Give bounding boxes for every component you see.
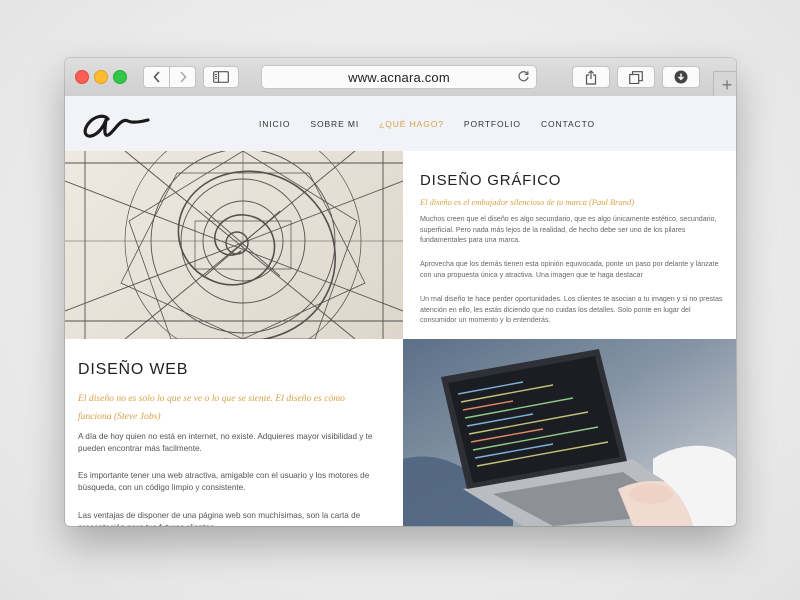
reload-icon[interactable] [517,70,530,83]
back-button[interactable] [144,67,169,87]
downloads-button[interactable] [662,66,700,88]
plus-icon: + [721,74,733,95]
nav-inicio[interactable]: INICIO [259,119,290,129]
tabs-icon [629,70,643,84]
diseno-web-quote: El diseño no es solo lo que se ve o lo q… [78,393,345,422]
diseno-web-paragraph: A día de hoy quien no está en internet, … [78,432,373,453]
close-window-button[interactable] [75,70,89,84]
sidebar-icon [213,71,229,83]
browser-toolbar: www.acnara.com + [65,58,736,98]
share-button[interactable] [572,66,610,88]
share-icon [585,69,597,85]
new-tab-button[interactable]: + [713,71,736,98]
laptop-coding-illustration [403,339,736,526]
golden-ratio-sketch-image [65,151,403,339]
address-url[interactable]: www.acnara.com [262,70,536,85]
address-bar[interactable]: www.acnara.com [261,65,537,89]
diseno-grafico-paragraph: Muchos creen que el diseño es algo secun… [420,215,717,244]
nav-portfolio[interactable]: PORTFOLIO [464,119,521,129]
browser-window: www.acnara.com + INICIO SOBRE MI ¿QUÉ HA… [65,58,736,526]
acnara-logo[interactable] [78,100,154,144]
diseno-grafico-paragraph: Aprovecha que los demás tienen esta opin… [420,260,719,279]
nav-sobre-mi[interactable]: SOBRE MI [310,119,359,129]
chevron-left-icon [152,71,160,83]
site-header: INICIO SOBRE MI ¿QUÉ HAGO? PORTFOLIO CON… [65,96,736,151]
sidebar-button[interactable] [203,66,239,88]
golden-ratio-drawing [65,151,403,339]
nav-contacto[interactable]: CONTACTO [541,119,595,129]
chevron-right-icon [179,71,187,83]
diseno-grafico-section: DISEÑO GRÁFICO El diseño es el embajador… [403,151,736,339]
diseno-web-section: DISEÑO WEB El diseño no es solo lo que s… [65,339,403,526]
diseno-web-title: DISEÑO WEB [78,361,189,378]
main-nav: INICIO SOBRE MI ¿QUÉ HAGO? PORTFOLIO CON… [259,119,615,129]
maximize-window-button[interactable] [113,70,127,84]
download-icon [674,70,688,84]
diseno-grafico-title: DISEÑO GRÁFICO [420,172,562,189]
diseno-web-paragraph: Es importante tener una web atractiva, a… [78,471,370,492]
forward-button[interactable] [169,67,195,87]
minimize-window-button[interactable] [94,70,108,84]
nav-que-hago[interactable]: ¿QUÉ HAGO? [379,119,444,129]
laptop-photo [403,339,736,526]
diseno-web-paragraph: Las ventajas de disponer de una página w… [78,511,361,526]
history-nav [143,66,196,88]
tabs-overview-button[interactable] [617,66,655,88]
diseno-grafico-quote: El diseño es el embajador silencioso de … [420,197,635,207]
diseno-grafico-paragraph: Un mal diseño te hace perder oportunidad… [420,295,723,324]
